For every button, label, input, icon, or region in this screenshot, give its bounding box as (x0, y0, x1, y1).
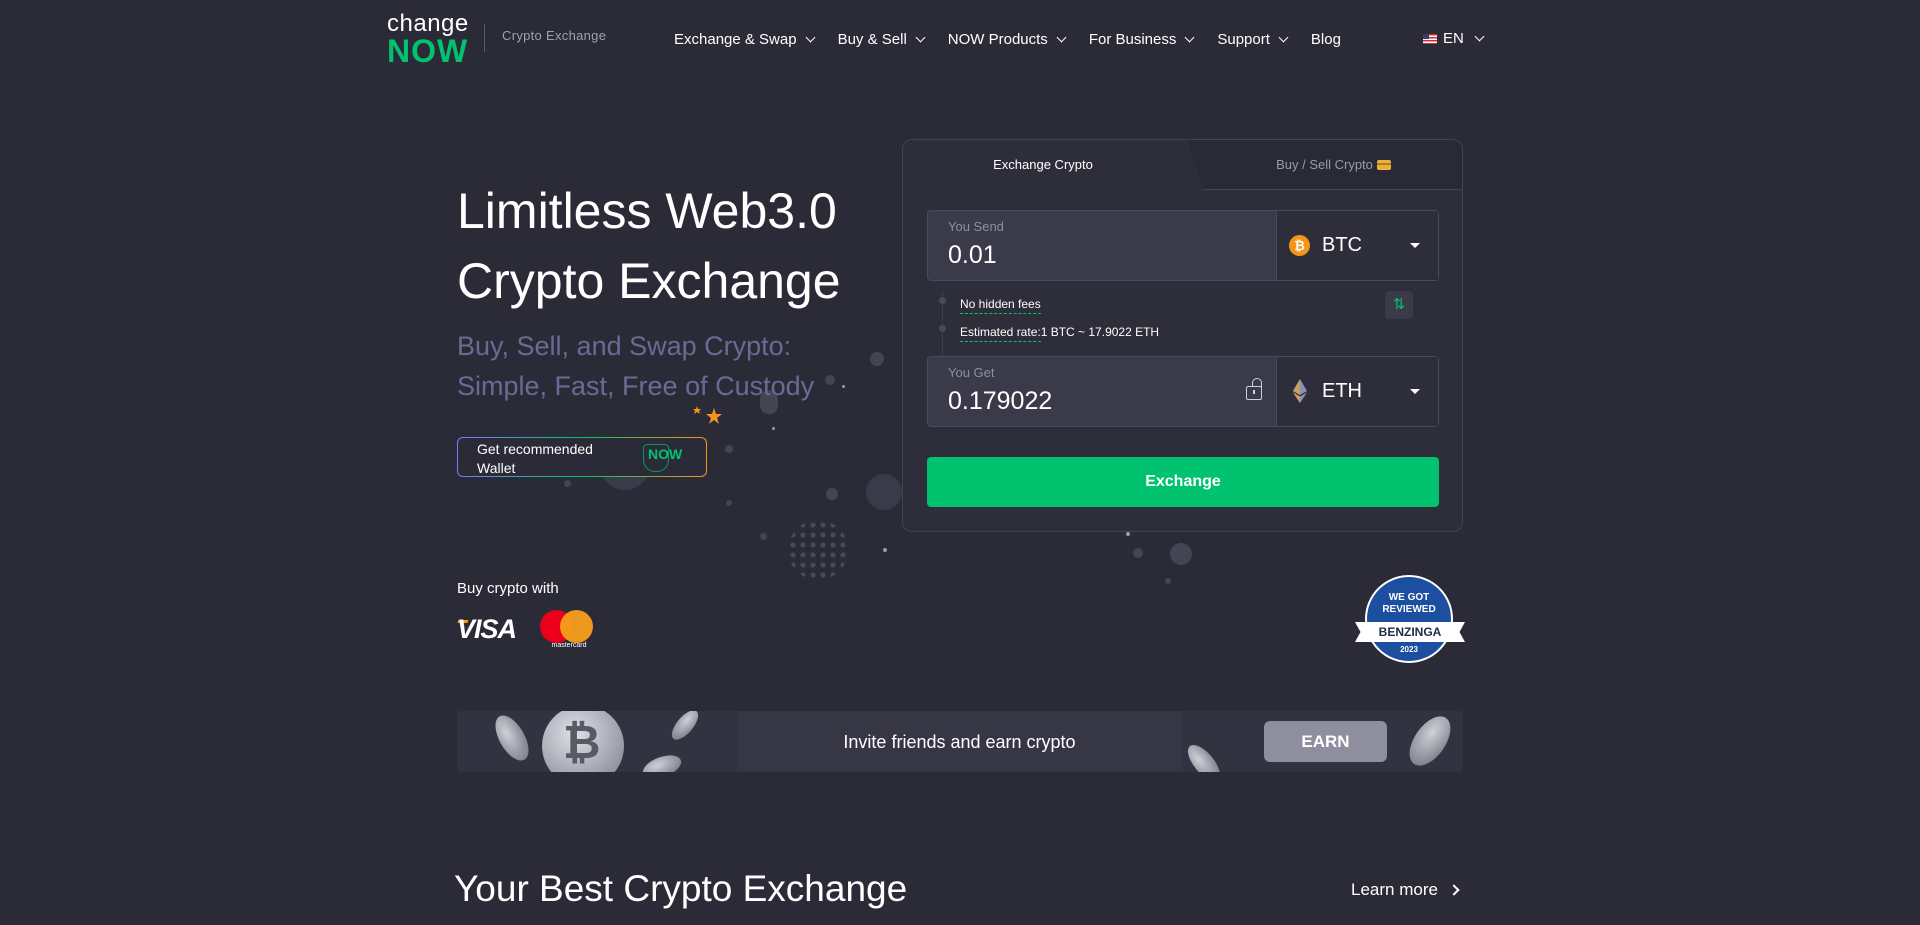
estimated-rate-value: 1 BTC ~ 17.9022 ETH (1040, 325, 1160, 339)
chevron-down-icon (805, 32, 816, 42)
no-hidden-fees[interactable]: No hidden fees (960, 297, 1041, 314)
nav-blog[interactable]: Blog (1311, 28, 1341, 50)
chevron-right-icon (1448, 884, 1460, 896)
coin-image (667, 711, 703, 744)
send-amount-input[interactable] (948, 239, 1228, 271)
learn-more-link[interactable]: Learn more (1351, 880, 1460, 900)
exchange-button[interactable]: Exchange (927, 457, 1439, 507)
wallet-button-label: Get recommended Wallet (477, 441, 593, 476)
mastercard-orange-circle (560, 610, 593, 643)
main-nav: Exchange & Swap Buy & Sell NOW Products … (674, 28, 1365, 50)
hero-subtitle: Buy, Sell, and Swap Crypto: Simple, Fast… (457, 331, 815, 401)
get-amount-input[interactable] (948, 385, 1228, 417)
mastercard-wordmark: mastercard (551, 642, 587, 649)
decor-dot (1165, 578, 1171, 584)
decor-dot (725, 445, 733, 453)
coin-image (1182, 739, 1226, 772)
info-bullet (939, 325, 946, 332)
hero-title: Limitless Web3.0 Crypto Exchange (457, 183, 841, 309)
send-currency-select[interactable]: ₿ BTC (1276, 211, 1438, 280)
logo-now-text: NOW (387, 33, 469, 69)
learn-more-label: Learn more (1351, 880, 1438, 899)
logo-divider (484, 24, 485, 52)
decor-dot (883, 548, 887, 552)
visa-logo: VISA (457, 614, 517, 644)
get-currency-select[interactable]: ETH (1276, 357, 1438, 426)
nav-label: For Business (1088, 30, 1177, 48)
logo-subtitle: Crypto Exchange (502, 28, 607, 43)
earn-button[interactable]: EARN (1264, 721, 1387, 762)
chevron-down-icon (1056, 32, 1067, 42)
benzinga-name: BENZINGA (1378, 625, 1442, 639)
rate-info: No hidden fees Estimated rate:1 BTC ~ 17… (927, 291, 1439, 361)
changenow-logo[interactable]: change NOW (387, 12, 468, 70)
nav-now-products[interactable]: NOW Products (947, 28, 1067, 50)
swap-currencies-button[interactable]: ⇅ (1385, 291, 1413, 319)
coin-image (639, 750, 685, 772)
coin-image (488, 711, 536, 766)
get-label: You Get (948, 365, 995, 380)
tab-buy-sell-crypto[interactable]: Buy / Sell Crypto (1203, 157, 1462, 172)
bitcoin-symbol: ₿ (563, 716, 601, 768)
caret-down-icon (1410, 243, 1420, 248)
credit-card-icon (1376, 160, 1391, 170)
nav-buy-sell[interactable]: Buy & Sell (837, 28, 926, 50)
nav-label: Blog (1310, 30, 1341, 48)
send-label: You Send (948, 219, 1004, 234)
decor-dot (760, 533, 767, 540)
nav-label: Support (1217, 30, 1270, 48)
get-wallet-button[interactable]: Get recommended Wallet NOW (457, 437, 707, 477)
coin-image (1401, 711, 1459, 772)
unlock-icon[interactable] (1246, 386, 1262, 400)
language-label: EN (1443, 30, 1464, 47)
exchange-widget: Exchange Crypto Buy / Sell Crypto You Se… (902, 139, 1463, 532)
nav-exchange-swap[interactable]: Exchange & Swap (674, 28, 816, 50)
nav-label: Buy & Sell (837, 30, 907, 48)
benzinga-year: 2023 (1400, 645, 1418, 654)
language-selector[interactable]: EN (1423, 30, 1485, 47)
buy-crypto-with-label: Buy crypto with (457, 580, 559, 597)
nav-support[interactable]: Support (1217, 28, 1289, 50)
section-title: Your Best Crypto Exchange (454, 868, 908, 909)
tab-exchange-crypto-label[interactable]: Exchange Crypto (903, 157, 1183, 172)
header: change NOW Crypto Exchange Exchange & Sw… (0, 0, 1920, 80)
invite-banner: ₿ Invite friends and earn crypto EARN (457, 711, 1463, 772)
decor-dot (788, 520, 848, 580)
tab-buy-sell-label: Buy / Sell Crypto (1276, 157, 1373, 172)
widget-tabs: Exchange Crypto Buy / Sell Crypto (903, 140, 1462, 190)
decor-dot (564, 480, 571, 487)
info-bullet (939, 297, 946, 304)
us-flag-icon (1423, 33, 1437, 44)
nav-label: NOW Products (947, 30, 1048, 48)
decor-dot (1133, 548, 1143, 558)
caret-down-icon (1410, 389, 1420, 394)
bitcoin-icon: ₿ (1289, 235, 1310, 256)
stars-icon (693, 406, 722, 424)
decor-dot (866, 474, 902, 510)
benzinga-badge[interactable]: WE GOT REVIEWED BENZINGA 2023 (1355, 575, 1465, 665)
now-badge: NOW (648, 446, 683, 462)
benzinga-reviewed-text: WE GOT REVIEWED (1382, 592, 1436, 615)
invite-text: Invite friends and earn crypto (843, 732, 1076, 752)
decor-dot (726, 500, 732, 506)
send-field: You Send ₿ BTC (927, 210, 1439, 281)
get-currency-name: ETH (1322, 380, 1362, 402)
chevron-down-icon (1474, 31, 1485, 42)
mastercard-logo: mastercard (540, 610, 594, 650)
decor-dot (826, 488, 838, 500)
decor-dot (1170, 543, 1192, 565)
nav-for-business[interactable]: For Business (1088, 28, 1195, 50)
estimated-rate: Estimated rate:1 BTC ~ 17.9022 ETH (960, 325, 1160, 342)
get-field: You Get ETH (927, 356, 1439, 427)
chevron-down-icon (1278, 32, 1289, 42)
estimated-rate-label[interactable]: Estimated rate: (960, 325, 1041, 342)
chevron-down-icon (1184, 32, 1195, 42)
nav-label: Exchange & Swap (674, 30, 797, 48)
ethereum-icon (1293, 379, 1307, 403)
decor-dot (772, 427, 775, 430)
swap-arrows-icon: ⇅ (1392, 296, 1406, 313)
chevron-down-icon (915, 32, 926, 42)
send-currency-name: BTC (1322, 234, 1362, 256)
decor-dot (1126, 532, 1130, 536)
